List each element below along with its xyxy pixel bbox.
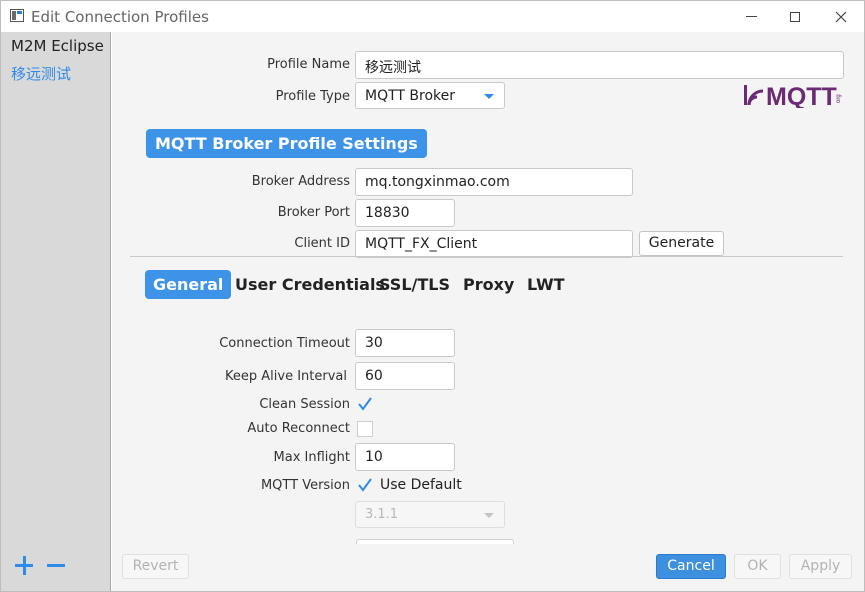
keep-alive-interval-input[interactable]: 60 — [355, 362, 455, 390]
tab-ssl-tls[interactable]: SSL/TLS — [379, 270, 450, 299]
close-button[interactable] — [818, 1, 864, 32]
checkmark-icon — [358, 397, 372, 411]
remove-profile-button[interactable] — [47, 556, 67, 576]
window-title: Edit Connection Profiles — [31, 8, 209, 26]
chevron-down-icon — [484, 513, 494, 518]
close-icon — [835, 11, 847, 22]
broker-address-input[interactable]: mq.tongxinmao.com — [355, 168, 633, 196]
use-default-version-checkbox[interactable] — [357, 477, 373, 493]
title-bar: Edit Connection Profiles — [1, 1, 864, 32]
logo-small-text: org — [836, 94, 842, 103]
profile-name-label: Profile Name — [267, 57, 350, 72]
keep-alive-interval-label: Keep Alive Interval — [225, 369, 347, 384]
auto-reconnect-checkbox[interactable] — [357, 421, 373, 437]
tab-lwt[interactable]: LWT — [527, 270, 565, 299]
minimize-icon — [745, 16, 757, 17]
cancel-button[interactable]: Cancel — [656, 554, 726, 579]
broker-port-input[interactable]: 18830 — [355, 199, 455, 227]
profile-settings-panel: Profile Name 移远测试 Profile Type MQTT Brok… — [112, 32, 864, 591]
tab-proxy[interactable]: Proxy — [463, 270, 514, 299]
profile-type-value: MQTT Broker — [365, 88, 456, 104]
generate-client-id-button[interactable]: Generate — [639, 231, 724, 256]
client-id-input[interactable]: MQTT_FX_Client — [355, 230, 633, 258]
edit-connection-profiles-window: Edit Connection Profiles M2M Eclipse 移远测… — [0, 0, 865, 592]
add-profile-button[interactable] — [15, 556, 35, 576]
logo-text: MQTT — [766, 83, 837, 108]
connection-timeout-label: Connection Timeout — [219, 336, 350, 351]
checkmark-icon — [358, 478, 372, 492]
apply-button[interactable]: Apply — [789, 554, 852, 579]
sidebar-item-m2m-eclipse[interactable]: M2M Eclipse — [11, 37, 104, 55]
sidebar-item-selected-profile[interactable]: 移远测试 — [11, 63, 71, 84]
mqtt-version-label: MQTT Version — [260, 478, 350, 493]
profile-name-input[interactable]: 移远测试 — [355, 51, 844, 79]
mqtt-version-select: 3.1.1 — [355, 501, 505, 528]
tab-general[interactable]: General — [145, 270, 232, 299]
use-default-label: Use Default — [380, 477, 462, 493]
broker-address-label: Broker Address — [251, 174, 350, 189]
app-icon — [10, 9, 24, 22]
connection-timeout-input[interactable]: 30 — [355, 329, 455, 357]
chevron-down-icon — [484, 94, 494, 99]
broker-port-label: Broker Port — [277, 205, 350, 220]
profile-type-label: Profile Type — [275, 89, 350, 104]
max-inflight-label: Max Inflight — [273, 450, 350, 465]
revert-button[interactable]: Revert — [122, 554, 189, 579]
max-inflight-input[interactable]: 10 — [355, 443, 455, 471]
auto-reconnect-label: Auto Reconnect — [247, 421, 350, 436]
mqtt-logo: MQTT org — [744, 83, 842, 108]
clean-session-checkbox[interactable] — [357, 396, 373, 412]
client-id-label: Client ID — [294, 236, 350, 251]
mqtt-version-value: 3.1.1 — [365, 507, 399, 522]
minimize-button[interactable] — [728, 1, 774, 32]
footer-bar: Revert Cancel OK Apply — [112, 544, 864, 591]
tab-user-credentials[interactable]: User Credentials — [235, 270, 385, 299]
profile-list-sidebar: M2M Eclipse 移远测试 — [1, 32, 111, 591]
maximize-icon — [790, 11, 800, 22]
profile-type-select[interactable]: MQTT Broker — [355, 82, 505, 109]
ok-button[interactable]: OK — [734, 554, 781, 579]
maximize-button[interactable] — [772, 1, 818, 32]
clean-session-label: Clean Session — [259, 397, 350, 412]
section-divider — [130, 256, 843, 257]
section-title-broker-settings: MQTT Broker Profile Settings — [146, 129, 427, 158]
